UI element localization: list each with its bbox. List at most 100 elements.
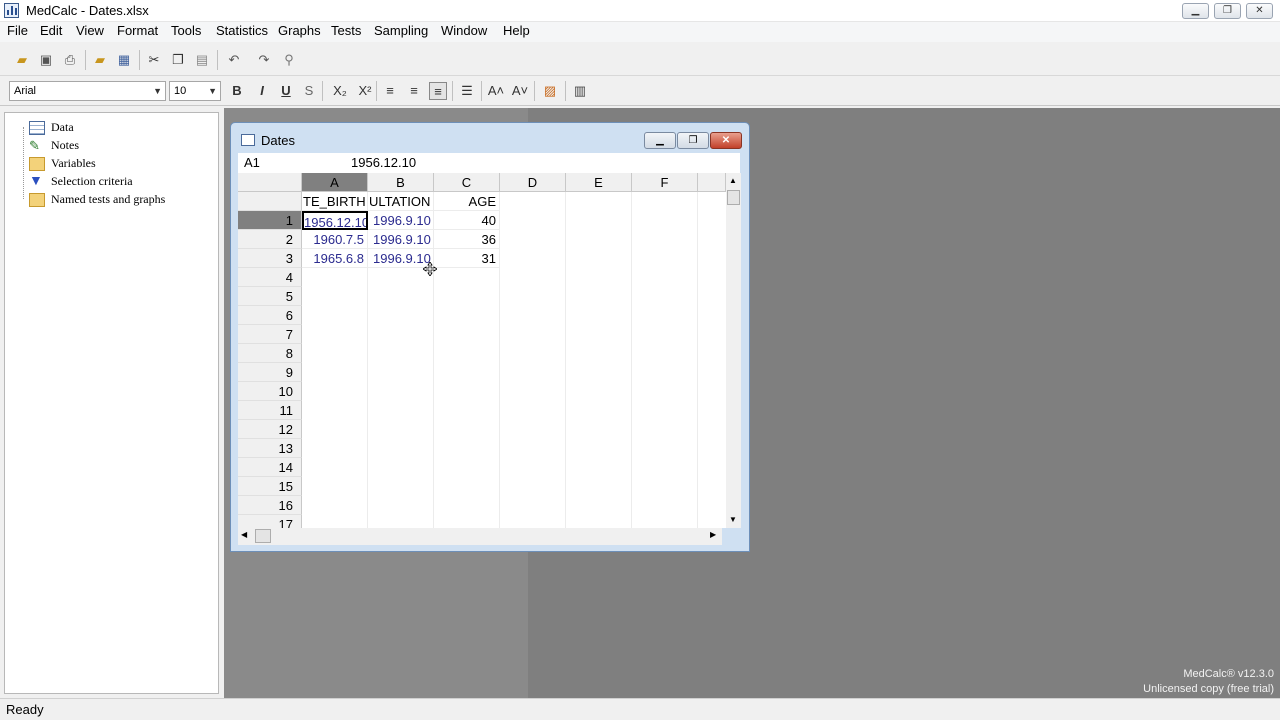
- row-header[interactable]: 12: [238, 420, 302, 439]
- scroll-left-icon[interactable]: ◀: [241, 530, 247, 539]
- column-header-a[interactable]: A: [302, 173, 368, 192]
- open-data-icon[interactable]: ▰: [91, 51, 109, 69]
- font-name-select[interactable]: Arial ▼: [9, 81, 166, 101]
- bullet-list-icon[interactable]: ☰: [458, 82, 476, 100]
- save-icon[interactable]: ▣: [37, 51, 55, 69]
- copy-icon[interactable]: ❐: [169, 51, 187, 69]
- increase-font-icon[interactable]: A˄: [487, 82, 505, 100]
- grid-corner[interactable]: [238, 173, 302, 192]
- scroll-right-icon[interactable]: ▶: [710, 530, 716, 539]
- find-icon[interactable]: ⚲: [280, 51, 298, 69]
- strikethrough-button[interactable]: S: [300, 82, 318, 100]
- column-header-g[interactable]: [698, 173, 726, 192]
- row-header[interactable]: 1: [238, 211, 302, 230]
- italic-button[interactable]: I: [253, 82, 271, 100]
- table-cell[interactable]: 40: [434, 211, 500, 230]
- horizontal-scroll-thumb[interactable]: [255, 529, 271, 543]
- table-cell[interactable]: ULTATION: [368, 192, 434, 211]
- row-header[interactable]: 15: [238, 477, 302, 496]
- insert-object-icon[interactable]: ▨: [541, 82, 559, 100]
- notes-pencil-icon: ✎: [29, 138, 40, 153]
- menu-tests[interactable]: Tests: [331, 23, 361, 38]
- underline-button[interactable]: U: [277, 82, 295, 100]
- menu-view[interactable]: View: [76, 23, 104, 38]
- navigator-item-label: Named tests and graphs: [51, 192, 166, 206]
- row-header[interactable]: 5: [238, 287, 302, 306]
- sheet-close-button[interactable]: ✕: [710, 132, 742, 149]
- row-header[interactable]: 10: [238, 382, 302, 401]
- scroll-up-icon[interactable]: ▲: [729, 176, 737, 185]
- font-name-value: Arial: [14, 85, 37, 97]
- toolbar-separator: [217, 50, 218, 70]
- table-cell[interactable]: 1996.9.10: [368, 211, 434, 230]
- row-header[interactable]: 9: [238, 363, 302, 382]
- row-header[interactable]: 16: [238, 496, 302, 515]
- menu-help[interactable]: Help: [503, 23, 530, 38]
- row-header[interactable]: 6: [238, 306, 302, 325]
- undo-icon[interactable]: ↶: [225, 51, 243, 69]
- navigator-item-label: Variables: [51, 156, 96, 170]
- row-header[interactable]: 14: [238, 458, 302, 477]
- column-header-e[interactable]: E: [566, 173, 632, 192]
- menu-tools[interactable]: Tools: [171, 23, 201, 38]
- vertical-scroll-thumb[interactable]: [727, 190, 740, 205]
- cell-content-input[interactable]: 1956.12.10: [351, 155, 416, 170]
- row-header[interactable]: 2: [238, 230, 302, 249]
- open-folder-icon[interactable]: ▰: [13, 51, 31, 69]
- row-header-blank[interactable]: [238, 192, 302, 211]
- decrease-font-icon[interactable]: A˅: [511, 82, 529, 100]
- menu-statistics[interactable]: Statistics: [216, 23, 268, 38]
- menu-window[interactable]: Window: [441, 23, 487, 38]
- menu-edit[interactable]: Edit: [40, 23, 62, 38]
- scroll-down-icon[interactable]: ▼: [729, 515, 737, 524]
- cut-icon[interactable]: ✂: [145, 51, 163, 69]
- menu-graphs[interactable]: Graphs: [278, 23, 321, 38]
- row-header[interactable]: 4: [238, 268, 302, 287]
- bold-button[interactable]: B: [228, 82, 246, 100]
- table-cell[interactable]: TE_BIRTH: [302, 192, 368, 211]
- table-cell[interactable]: 1960.7.5: [302, 230, 368, 249]
- table-cell[interactable]: 31: [434, 249, 500, 268]
- active-cell[interactable]: 1956.12.10: [302, 211, 368, 230]
- row-header[interactable]: 13: [238, 439, 302, 458]
- row-header[interactable]: 7: [238, 325, 302, 344]
- spreadsheet-icon[interactable]: ▦: [115, 51, 133, 69]
- cell-edit-line[interactable]: A1 1956.12.10: [238, 153, 740, 173]
- superscript-button[interactable]: X²: [354, 82, 376, 100]
- row-header[interactable]: 8: [238, 344, 302, 363]
- vertical-scrollbar[interactable]: ▲ ▼: [726, 173, 741, 528]
- horizontal-scrollbar[interactable]: ◀ ▶: [238, 528, 722, 545]
- menu-format[interactable]: Format: [117, 23, 158, 38]
- column-header-f[interactable]: F: [632, 173, 698, 192]
- grid-line: [565, 192, 566, 528]
- font-size-select[interactable]: 10 ▼: [169, 81, 221, 101]
- column-header-d[interactable]: D: [500, 173, 566, 192]
- align-center-icon[interactable]: ≡: [405, 82, 423, 100]
- table-cell[interactable]: 1996.9.10: [368, 230, 434, 249]
- close-button[interactable]: ✕: [1246, 3, 1273, 19]
- subscript-button[interactable]: X₂: [329, 82, 351, 100]
- column-header-c[interactable]: C: [434, 173, 500, 192]
- menu-file[interactable]: File: [7, 23, 28, 38]
- sheet-maximize-button[interactable]: ❐: [677, 132, 709, 149]
- restore-button[interactable]: ❐: [1214, 3, 1241, 19]
- column-header-b[interactable]: B: [368, 173, 434, 192]
- print-icon[interactable]: ⎙: [61, 51, 79, 69]
- row-header[interactable]: 17: [238, 515, 302, 528]
- minimize-button[interactable]: ▁: [1182, 3, 1209, 19]
- chart-icon[interactable]: ▥: [571, 82, 589, 100]
- row-header[interactable]: 11: [238, 401, 302, 420]
- paste-icon[interactable]: ▤: [193, 51, 211, 69]
- tree-connector: [23, 127, 24, 199]
- sheet-minimize-button[interactable]: ▁: [644, 132, 676, 149]
- font-size-value: 10: [174, 85, 187, 97]
- redo-icon[interactable]: ↷: [255, 51, 273, 69]
- row-header[interactable]: 3: [238, 249, 302, 268]
- menu-sampling[interactable]: Sampling: [374, 23, 428, 38]
- table-cell[interactable]: AGE: [434, 192, 500, 211]
- align-left-icon[interactable]: ≡: [381, 82, 399, 100]
- spreadsheet-grid[interactable]: A B C D E F TE_BIRTH ULTATION AGE 1 1956…: [238, 173, 726, 528]
- align-right-icon[interactable]: ≡: [429, 82, 447, 100]
- table-cell[interactable]: 1965.6.8: [302, 249, 368, 268]
- table-cell[interactable]: 36: [434, 230, 500, 249]
